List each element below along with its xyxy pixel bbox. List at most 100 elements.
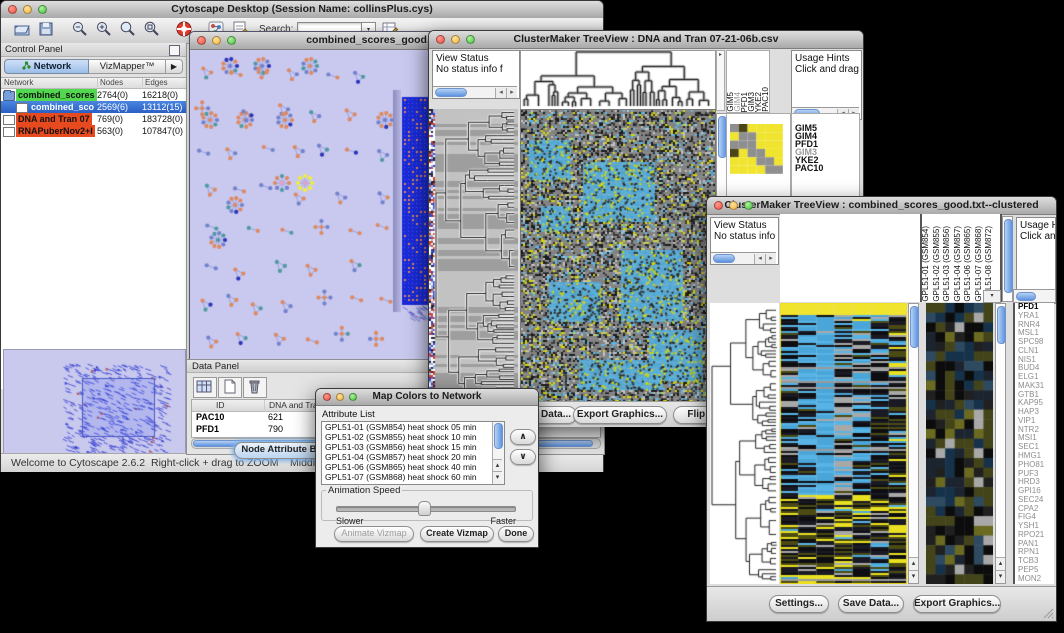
attribute-list-vscrollbar[interactable]: ▴ ▾ xyxy=(492,422,504,484)
select-attributes-icon[interactable] xyxy=(193,377,217,398)
float-panel-icon[interactable] xyxy=(169,45,180,56)
tab-vizmapper[interactable]: VizMapper™ xyxy=(89,59,166,74)
scroll-left-icon[interactable]: ◂ xyxy=(495,88,506,98)
gene-label[interactable]: PHO81 xyxy=(1018,461,1054,470)
gene-label[interactable]: CPA2 xyxy=(1018,505,1054,514)
treeview2-titlebar[interactable]: ClusterMaker TreeView : combined_scores_… xyxy=(707,197,1056,215)
minimize-button[interactable] xyxy=(212,36,221,45)
network-table-row[interactable]: RNAPuberNov2+I 563(0) 107847(0) xyxy=(1,125,186,137)
gene-label[interactable]: BUD4 xyxy=(1018,364,1054,373)
col-nodes[interactable]: Nodes xyxy=(97,78,123,87)
col-network[interactable]: Network xyxy=(4,78,33,87)
close-button[interactable] xyxy=(323,393,331,401)
scroll-right-icon[interactable]: ▸ xyxy=(765,254,776,264)
col-edges[interactable]: Edges xyxy=(142,78,168,87)
zoom-button[interactable] xyxy=(349,393,357,401)
network-overview-canvas[interactable] xyxy=(4,350,183,465)
gene-label[interactable]: PAC10 xyxy=(792,164,859,172)
scroll-right-icon[interactable]: ▸ xyxy=(506,88,517,98)
treeview1-titlebar[interactable]: ClusterMaker TreeView : DNA and Tran 07-… xyxy=(429,31,863,49)
scroll-down-icon[interactable]: ▾ xyxy=(996,570,1005,583)
gene-label[interactable]: SEC24 xyxy=(1018,496,1054,505)
col-id[interactable]: ID xyxy=(216,400,225,410)
close-button[interactable] xyxy=(436,35,445,44)
gene-label[interactable]: PEP5 xyxy=(1018,566,1054,575)
animate-vizmap-button[interactable]: Animate Vizmap xyxy=(334,526,414,542)
column-dendrogram[interactable] xyxy=(520,50,716,111)
tab-network[interactable]: Network xyxy=(4,59,89,74)
gene-label[interactable]: CLN1 xyxy=(1018,347,1054,356)
scroll-down-icon[interactable]: ▾ xyxy=(909,570,918,583)
slider-thumb[interactable] xyxy=(418,501,431,516)
zoom-fit-icon[interactable] xyxy=(119,20,137,43)
delete-attribute-icon[interactable] xyxy=(243,377,267,398)
view-status-scrollbar[interactable]: ◂ ▸ xyxy=(711,252,776,264)
gene-label[interactable]: HMG1 xyxy=(1018,452,1054,461)
gene-label[interactable]: HAP3 xyxy=(1018,408,1054,417)
zoom-button[interactable] xyxy=(744,201,753,210)
gene-label[interactable]: ELG1 xyxy=(1018,373,1054,382)
column-label[interactable]: GPL51-03 (GSM856) xyxy=(943,226,954,302)
attribute-list-item[interactable]: GPL51-02 (GSM855) heat shock 10 min xyxy=(322,432,504,442)
zoom-heatmap[interactable] xyxy=(926,303,993,584)
attribute-list-item[interactable]: GPL51-03 (GSM856) heat shock 15 min xyxy=(322,442,504,452)
zoom-button[interactable] xyxy=(38,5,47,14)
network-table-row[interactable]: combined_scores 2764(0) 16218(0) xyxy=(1,89,186,101)
column-label[interactable]: GPL51-01 (GSM854) xyxy=(922,226,933,302)
gene-label[interactable]: YRA1 xyxy=(1018,312,1054,321)
export-graphics-button[interactable]: Export Graphics... xyxy=(913,595,1001,613)
gene-label[interactable]: HRD3 xyxy=(1018,478,1054,487)
save-data-button[interactable]: Save Data... xyxy=(838,595,904,613)
minimize-button[interactable] xyxy=(336,393,344,401)
gene-label[interactable]: MAK31 xyxy=(1018,382,1054,391)
gene-label[interactable]: VIP1 xyxy=(1018,417,1054,426)
gene-label[interactable]: KAP95 xyxy=(1018,399,1054,408)
gene-label[interactable]: GPI16 xyxy=(1018,487,1054,496)
save-session-icon[interactable] xyxy=(37,20,55,43)
gene-label[interactable]: SPC98 xyxy=(1018,338,1054,347)
global-heatmap[interactable] xyxy=(520,109,716,403)
scroll-up-icon[interactable]: ▴ xyxy=(996,557,1005,570)
create-vizmap-button[interactable]: Create Vizmap xyxy=(420,526,494,542)
dialog-titlebar[interactable]: Map Colors to Network xyxy=(316,389,538,406)
zoom-out-icon[interactable] xyxy=(71,20,89,43)
column-label[interactable]: GPL51-06 (GSM865) xyxy=(964,226,975,302)
close-button[interactable] xyxy=(714,201,723,210)
tab-overflow-button[interactable]: ▶ xyxy=(166,59,183,74)
gene-label[interactable]: RPO21 xyxy=(1018,531,1054,540)
gene-label[interactable]: MSL1 xyxy=(1018,329,1054,338)
gene-label[interactable]: FIG4 xyxy=(1018,513,1054,522)
move-down-button[interactable]: ∨ xyxy=(510,449,536,465)
column-label[interactable]: PAC10 xyxy=(762,87,769,112)
open-session-icon[interactable] xyxy=(13,20,31,43)
gene-label[interactable]: PFD1 xyxy=(1018,303,1054,312)
resize-grip[interactable] xyxy=(1042,607,1054,619)
export-graphics-button[interactable]: Export Graphics... xyxy=(573,406,667,424)
attribute-list-item[interactable]: GPL51-04 (GSM857) heat shock 20 min xyxy=(322,452,504,462)
minimize-button[interactable] xyxy=(451,35,460,44)
gene-label[interactable]: YSH1 xyxy=(1018,522,1054,531)
scroll-down-icon[interactable]: ▾ xyxy=(493,471,502,484)
gene-label[interactable]: NIS1 xyxy=(1018,356,1054,365)
gene-label[interactable]: MON2 xyxy=(1018,575,1054,584)
heatmap-vscrollbar[interactable]: ▴ ▾ xyxy=(908,303,919,584)
close-button[interactable] xyxy=(197,36,206,45)
new-attribute-icon[interactable] xyxy=(218,377,242,398)
zoom-heatmap[interactable] xyxy=(730,124,783,174)
zoom-in-icon[interactable] xyxy=(95,20,113,43)
minimize-button[interactable] xyxy=(729,201,738,210)
attribute-list[interactable]: GPL51-01 (GSM854) heat shock 05 minGPL51… xyxy=(321,421,505,485)
labels-vscrollbar[interactable] xyxy=(1002,216,1013,302)
label-scroll-down-icon[interactable]: ▾ xyxy=(983,290,1001,303)
gene-label[interactable]: TCB3 xyxy=(1018,557,1054,566)
gene-label[interactable]: NTR2 xyxy=(1018,426,1054,435)
gene-label[interactable]: PUF3 xyxy=(1018,470,1054,479)
attribute-list-item[interactable]: GPL51-07 (GSM868) heat shock 60 min xyxy=(322,472,504,482)
network-overview[interactable] xyxy=(3,349,186,468)
gene-label[interactable]: RNR4 xyxy=(1018,321,1054,330)
row-dendrogram[interactable] xyxy=(710,303,779,584)
column-scroll-strip[interactable]: ▸ xyxy=(716,50,725,111)
network-table-row[interactable]: DNA and Tran 07 769(0) 183728(0) xyxy=(1,113,186,125)
row-dendrogram[interactable] xyxy=(429,109,518,401)
column-dendrogram-area[interactable] xyxy=(780,214,922,302)
